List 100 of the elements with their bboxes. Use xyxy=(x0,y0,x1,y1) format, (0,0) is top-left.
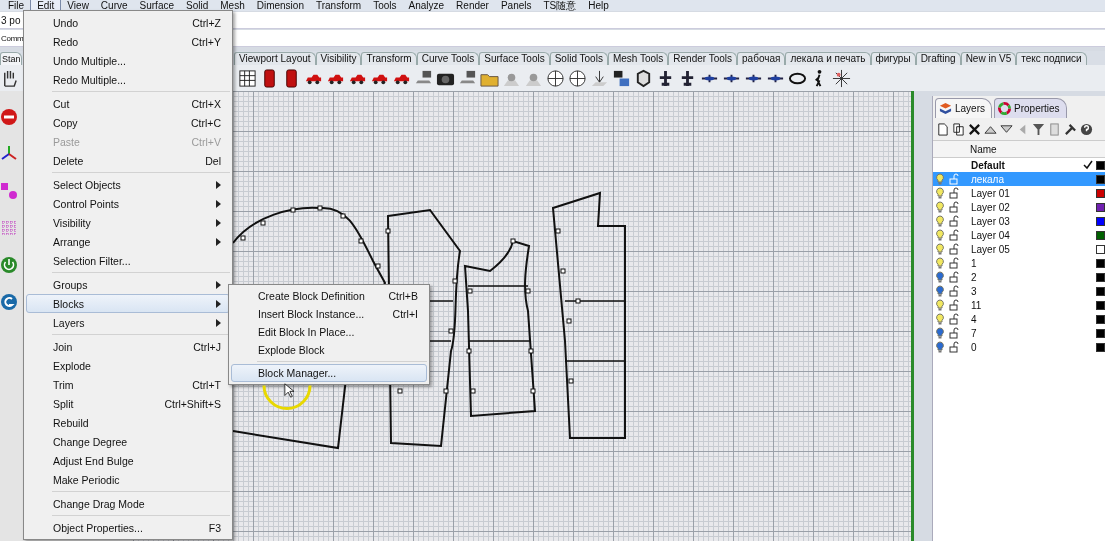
toolbar-tab[interactable]: Visibility xyxy=(315,52,362,65)
color-swatch[interactable] xyxy=(1096,202,1105,212)
color-swatch[interactable] xyxy=(1096,258,1105,268)
sparkle-icon[interactable] xyxy=(832,68,851,88)
menu-item[interactable]: Split Ctrl+Shift+S xyxy=(26,394,230,413)
menu-item[interactable]: Layers xyxy=(26,313,230,332)
menu-item[interactable]: Change Drag Mode xyxy=(26,494,230,513)
menu-item[interactable]: Redo Multiple... xyxy=(26,70,230,89)
color-swatch[interactable] xyxy=(1096,328,1105,338)
menu-item[interactable]: Select Objects xyxy=(26,175,230,194)
new-page-icon[interactable] xyxy=(936,122,949,136)
menu-item[interactable]: Control Points xyxy=(26,194,230,213)
hammer-icon[interactable] xyxy=(1064,122,1077,136)
layer-row[interactable]: Default xyxy=(933,158,1105,172)
menu-item[interactable]: Arrange xyxy=(26,232,230,251)
menu-bar-item[interactable]: Dimension xyxy=(250,0,310,11)
unlocked-padlock-icon[interactable] xyxy=(949,327,959,339)
menu-bar-item[interactable]: Tools xyxy=(367,0,403,11)
axes-icon[interactable] xyxy=(0,145,18,163)
swirl-icon[interactable] xyxy=(0,293,18,311)
menu-item[interactable]: Delete Del xyxy=(26,151,230,170)
column-header[interactable]: Name xyxy=(970,143,997,155)
menu-item[interactable]: Create Block Definition Ctrl+B xyxy=(231,287,427,305)
layer-row[interactable]: Layer 05 xyxy=(933,242,1105,256)
color-swatch[interactable] xyxy=(1096,314,1105,324)
menu-item[interactable]: Insert Block Instance... Ctrl+I xyxy=(231,305,427,323)
menu-bar-item[interactable]: Panels xyxy=(494,0,538,11)
menu-item[interactable]: Selection Filter... xyxy=(26,251,230,270)
stop-icon[interactable] xyxy=(0,108,18,126)
menu-item[interactable]: Explode xyxy=(26,356,230,375)
menu-item[interactable]: Join Ctrl+J xyxy=(26,337,230,356)
unlocked-padlock-icon[interactable] xyxy=(949,201,959,213)
unlocked-padlock-icon[interactable] xyxy=(949,341,959,353)
layer-row[interactable]: Layer 03 xyxy=(933,214,1105,228)
layer-row[interactable]: 0 xyxy=(933,340,1105,354)
color-swatch[interactable] xyxy=(1096,300,1105,310)
cube-icon[interactable] xyxy=(634,68,653,88)
toolbar-tab[interactable]: Stan xyxy=(0,52,22,65)
toolbar-tab[interactable]: рабочая xyxy=(737,52,786,65)
color-swatch[interactable] xyxy=(1096,160,1105,170)
unlocked-padlock-icon[interactable] xyxy=(949,229,959,241)
grid-icon[interactable] xyxy=(238,68,257,88)
color-swatch[interactable] xyxy=(1096,244,1105,254)
color-swatch[interactable] xyxy=(1096,286,1105,296)
light-bulb-icon[interactable] xyxy=(935,243,945,255)
menu-bar-item[interactable]: View xyxy=(61,0,95,11)
toolbar-tab[interactable]: Solid Tools xyxy=(549,52,608,65)
light-bulb-icon[interactable] xyxy=(935,215,945,227)
toolbar-tab[interactable]: Viewport Layout xyxy=(234,52,316,65)
light-bulb-icon[interactable] xyxy=(935,271,945,283)
color-swatch[interactable] xyxy=(1096,272,1105,282)
delete-icon[interactable] xyxy=(968,122,981,136)
toolbar-tab[interactable]: Curve Tools xyxy=(416,52,480,65)
light-bulb-icon[interactable] xyxy=(935,257,945,269)
menu-bar-item[interactable]: Curve xyxy=(94,0,134,11)
light-bulb-icon[interactable] xyxy=(935,327,945,339)
panel-tab[interactable]: Layers xyxy=(935,98,992,118)
toolbar-tab[interactable]: лекала и печать xyxy=(785,52,871,65)
toolbar-tab[interactable]: текс подписи xyxy=(1016,52,1087,65)
menu-item[interactable]: Undo Multiple... xyxy=(26,51,230,70)
layer-row[interactable]: Layer 02 xyxy=(933,200,1105,214)
menu-item[interactable]: Undo Ctrl+Z xyxy=(26,13,230,32)
unlocked-padlock-icon[interactable] xyxy=(949,187,959,199)
layer-row[interactable]: 4 xyxy=(933,312,1105,326)
menu-bar-item[interactable]: Solid xyxy=(180,0,215,11)
unlocked-padlock-icon[interactable] xyxy=(949,271,959,283)
color-swatch[interactable] xyxy=(1096,174,1105,184)
layer-row[interactable]: 7 xyxy=(933,326,1105,340)
layer-row[interactable]: Layer 01 xyxy=(933,186,1105,200)
menu-item[interactable]: Explode Block xyxy=(231,341,427,359)
menu-bar-item[interactable]: Analyze xyxy=(402,0,451,11)
menu-item[interactable]: Redo Ctrl+Y xyxy=(26,32,230,51)
menu-item[interactable]: Edit Block In Place... xyxy=(231,323,427,341)
color-swatch[interactable] xyxy=(1096,188,1105,198)
light-bulb-icon[interactable] xyxy=(935,299,945,311)
toolbar-tab[interactable]: Render Tools xyxy=(668,52,738,65)
layer-row[interactable]: 1 xyxy=(933,256,1105,270)
menu-item[interactable]: Copy Ctrl+C xyxy=(26,113,230,132)
menu-bar-item[interactable]: File xyxy=(2,0,31,11)
toolbar-tab[interactable]: Drafting xyxy=(915,52,961,65)
help-icon[interactable] xyxy=(1080,122,1093,136)
toolbar-tab[interactable]: фигуры xyxy=(870,52,916,65)
menu-bar-item[interactable]: TS随意 xyxy=(537,0,583,11)
menu-item[interactable]: Trim Ctrl+T xyxy=(26,375,230,394)
menu-bar-item[interactable]: Help xyxy=(582,0,615,11)
power-icon[interactable] xyxy=(0,256,18,274)
unlocked-padlock-icon[interactable] xyxy=(949,215,959,227)
light-bulb-icon[interactable] xyxy=(935,201,945,213)
target-icon[interactable] xyxy=(568,68,587,88)
light-bulb-icon[interactable] xyxy=(935,173,945,185)
menu-item[interactable]: Cut Ctrl+X xyxy=(26,94,230,113)
menu-item[interactable]: Object Properties... F3 xyxy=(26,518,230,537)
filter-icon[interactable] xyxy=(1032,122,1045,136)
target-icon[interactable] xyxy=(546,68,565,88)
unlocked-padlock-icon[interactable] xyxy=(949,243,959,255)
copy-page-icon[interactable] xyxy=(952,122,965,136)
light-bulb-icon[interactable] xyxy=(935,229,945,241)
menu-bar-item[interactable]: Surface xyxy=(133,0,180,11)
move-down-icon[interactable] xyxy=(1000,122,1013,136)
toolbar-tab[interactable]: Transform xyxy=(361,52,417,65)
